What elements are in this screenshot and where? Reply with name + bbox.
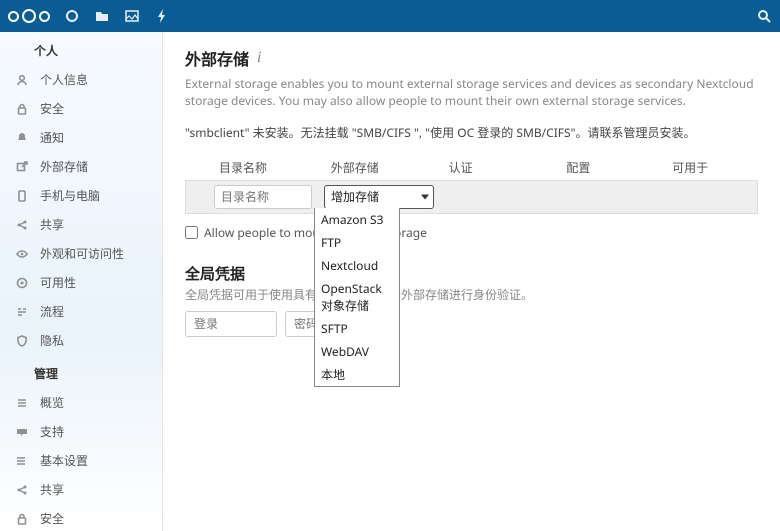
sidebar-item-basic[interactable]: 基本设置	[0, 446, 162, 475]
sidebar-item-label: 流程	[40, 303, 64, 320]
sidebar-item-label: 共享	[40, 216, 64, 233]
sidebar-item-label: 个人信息	[40, 71, 88, 88]
storage-option[interactable]: 本地	[315, 363, 399, 386]
sidebar-item-lock[interactable]: 安全	[0, 94, 162, 123]
storage-option[interactable]: Amazon S3	[315, 208, 399, 231]
sidebar-item-label: 共享	[40, 481, 64, 498]
sidebar-item-label: 安全	[40, 510, 64, 527]
sidebar-item-label: 概览	[40, 394, 64, 411]
sidebar-item-lock[interactable]: 安全	[0, 504, 162, 531]
smb-warning: "smbclient" 未安装。无法挂载 "SMB/CIFS ", "使用 OC…	[185, 124, 758, 141]
storage-type-select[interactable]: 增加存储	[324, 185, 434, 209]
storage-option[interactable]: SFTP	[315, 317, 399, 340]
sidebar-item-label: 通知	[40, 129, 64, 146]
app-logo[interactable]	[8, 9, 50, 23]
overview-icon	[16, 397, 30, 409]
photos-icon[interactable]	[124, 8, 140, 24]
sidebar-item-label: 支持	[40, 423, 64, 440]
files-icon[interactable]	[94, 8, 110, 24]
main-content: 外部存储 i External storage enables you to m…	[163, 32, 780, 531]
sidebar-item-bell[interactable]: 通知	[0, 123, 162, 152]
sidebar-item-overview[interactable]: 概览	[0, 388, 162, 417]
sidebar-item-label: 隐私	[40, 332, 64, 349]
search-icon[interactable]	[756, 8, 772, 24]
dirname-input[interactable]	[214, 185, 312, 209]
sidebar-item-user[interactable]: 个人信息	[0, 65, 162, 94]
col-available: 可用于	[666, 155, 758, 180]
page-title: 外部存储 i	[185, 46, 758, 70]
avail-icon	[16, 277, 30, 289]
storage-option[interactable]: FTP	[315, 231, 399, 254]
privacy-icon	[16, 335, 30, 347]
storage-type-select-value: 增加存储	[331, 188, 379, 205]
add-storage-row: 增加存储 Amazon S3FTPNextcloudOpenStack 对象存储…	[185, 180, 758, 214]
col-storage: 外部存储	[325, 155, 443, 180]
support-icon	[16, 426, 30, 438]
lock-icon	[16, 103, 30, 115]
external-icon	[16, 161, 30, 173]
storage-option[interactable]: WebDAV	[315, 340, 399, 363]
sidebar-item-share[interactable]: 共享	[0, 475, 162, 504]
chevron-down-icon	[421, 194, 429, 199]
storage-option[interactable]: Nextcloud	[315, 254, 399, 277]
share-icon	[16, 219, 30, 231]
lock-icon	[16, 513, 30, 525]
sidebar-item-flow[interactable]: 流程	[0, 297, 162, 326]
settings-sidebar: 个人 个人信息安全通知外部存储手机与电脑共享外观和可访问性可用性流程隐私 管理 …	[0, 32, 163, 531]
allow-user-mount-checkbox[interactable]	[185, 226, 198, 239]
col-config: 配置	[560, 155, 666, 180]
sidebar-item-label: 可用性	[40, 274, 76, 291]
global-credentials-title: 全局凭据	[185, 263, 758, 284]
sidebar-item-avail[interactable]: 可用性	[0, 268, 162, 297]
sidebar-item-external[interactable]: 外部存储	[0, 152, 162, 181]
page-description: External storage enables you to mount ex…	[185, 76, 758, 110]
eye-icon	[16, 248, 30, 260]
col-auth: 认证	[443, 155, 561, 180]
sidebar-item-privacy[interactable]: 隐私	[0, 326, 162, 355]
dashboard-icon[interactable]	[64, 8, 80, 24]
sidebar-item-label: 基本设置	[40, 452, 88, 469]
storage-type-dropdown: Amazon S3FTPNextcloudOpenStack 对象存储SFTPW…	[314, 208, 400, 387]
col-dirname: 目录名称	[213, 155, 325, 180]
global-credentials-desc: 全局凭据可用于使用具有相同凭据的多个外部存储进行身份验证。	[185, 286, 758, 303]
sidebar-item-label: 外部存储	[40, 158, 88, 175]
basic-icon	[16, 455, 30, 467]
sidebar-item-share[interactable]: 共享	[0, 210, 162, 239]
allow-user-mount-row[interactable]: Allow people to mount external storage	[185, 224, 758, 241]
activity-icon[interactable]	[154, 8, 170, 24]
sidebar-item-eye[interactable]: 外观和可访问性	[0, 239, 162, 268]
sidebar-heading-personal: 个人	[0, 32, 162, 65]
sidebar-item-label: 外观和可访问性	[40, 245, 124, 262]
storage-option[interactable]: OpenStack 对象存储	[315, 277, 399, 317]
sidebar-item-label: 手机与电脑	[40, 187, 100, 204]
sidebar-item-phone[interactable]: 手机与电脑	[0, 181, 162, 210]
sidebar-heading-admin: 管理	[0, 355, 162, 388]
page-title-text: 外部存储	[185, 46, 249, 70]
info-icon[interactable]: i	[257, 49, 261, 67]
share-icon	[16, 484, 30, 496]
user-icon	[16, 74, 30, 86]
sidebar-item-support[interactable]: 支持	[0, 417, 162, 446]
phone-icon	[16, 190, 30, 202]
flow-icon	[16, 306, 30, 318]
bell-icon	[16, 132, 30, 144]
sidebar-item-label: 安全	[40, 100, 64, 117]
global-login-input[interactable]	[185, 311, 277, 337]
table-header-row: 目录名称 外部存储 认证 配置 可用于	[185, 155, 758, 180]
top-bar	[0, 0, 780, 32]
